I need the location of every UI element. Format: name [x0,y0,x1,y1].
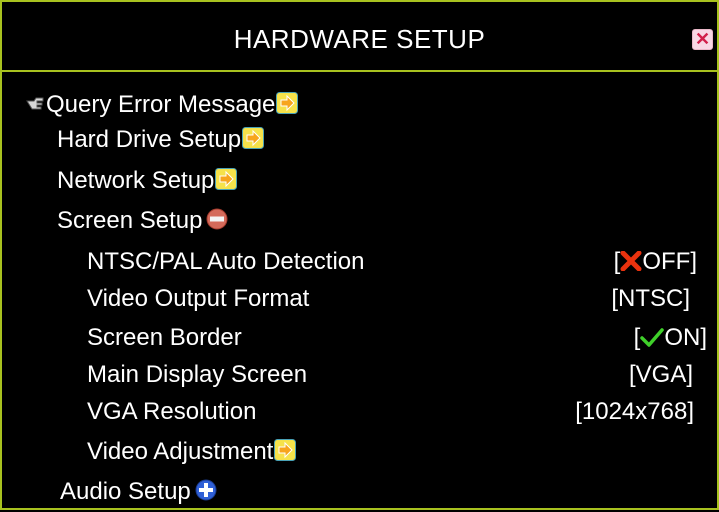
setting-value[interactable]: [VGA] [629,361,693,389]
menu-item-network-setup[interactable]: Network Setup [57,167,357,201]
setting-value[interactable]: [NTSC] [611,285,690,313]
menu-item-label: Screen Setup [57,207,203,234]
hardware-setup-window: HARDWARE SETUP ✕ Query Error Message Har… [0,0,719,510]
setting-label: Video Adjustment [87,438,274,465]
menu-item-audio-setup[interactable]: Audio Setup [60,478,360,512]
window-title: HARDWARE SETUP [233,24,486,54]
setting-label: NTSC/PAL Auto Detection [87,248,365,275]
setting-label: VGA Resolution [87,398,257,425]
setting-value[interactable]: [ON] [634,324,707,352]
x-mark-icon [620,248,642,275]
arrow-right-icon[interactable] [215,168,238,190]
hand-pointer-icon [26,90,46,110]
setting-row-vga-resolution[interactable]: VGA Resolution [1024x768] [87,398,694,432]
setting-row-video-adjustment[interactable]: Video Adjustment [87,438,407,472]
arrow-right-icon[interactable] [274,439,297,461]
setting-label: Video Output Format [87,285,310,312]
menu-item-hard-drive-setup[interactable]: Hard Drive Setup [57,126,357,160]
menu-item-screen-setup[interactable]: Screen Setup [57,207,357,241]
collapse-minus-icon[interactable] [206,208,228,230]
arrow-right-icon[interactable] [242,127,265,149]
check-icon [640,324,665,351]
menu-item-query-error-message[interactable]: Query Error Message [26,90,426,124]
close-icon[interactable]: ✕ [692,29,713,50]
setting-row-main-display-screen[interactable]: Main Display Screen [VGA] [87,361,693,395]
setting-row-screen-border[interactable]: Screen Border [ON] [87,324,707,358]
menu-item-label: Audio Setup [60,478,191,505]
setting-value[interactable]: [1024x768] [575,398,694,426]
setting-label: Screen Border [87,324,242,351]
expand-plus-icon[interactable] [195,479,217,501]
title-bar: HARDWARE SETUP ✕ [2,2,717,72]
setting-row-video-output-format[interactable]: Video Output Format [NTSC] [87,285,690,319]
menu-item-label: Query Error Message [46,91,276,118]
setting-value[interactable]: [OFF] [614,248,697,276]
setting-row-ntsc-pal-auto-detection[interactable]: NTSC/PAL Auto Detection [OFF] [87,248,697,282]
arrow-right-icon[interactable] [276,92,299,114]
menu-item-label: Hard Drive Setup [57,126,242,153]
setting-label: Main Display Screen [87,361,308,388]
menu-item-label: Network Setup [57,167,215,194]
